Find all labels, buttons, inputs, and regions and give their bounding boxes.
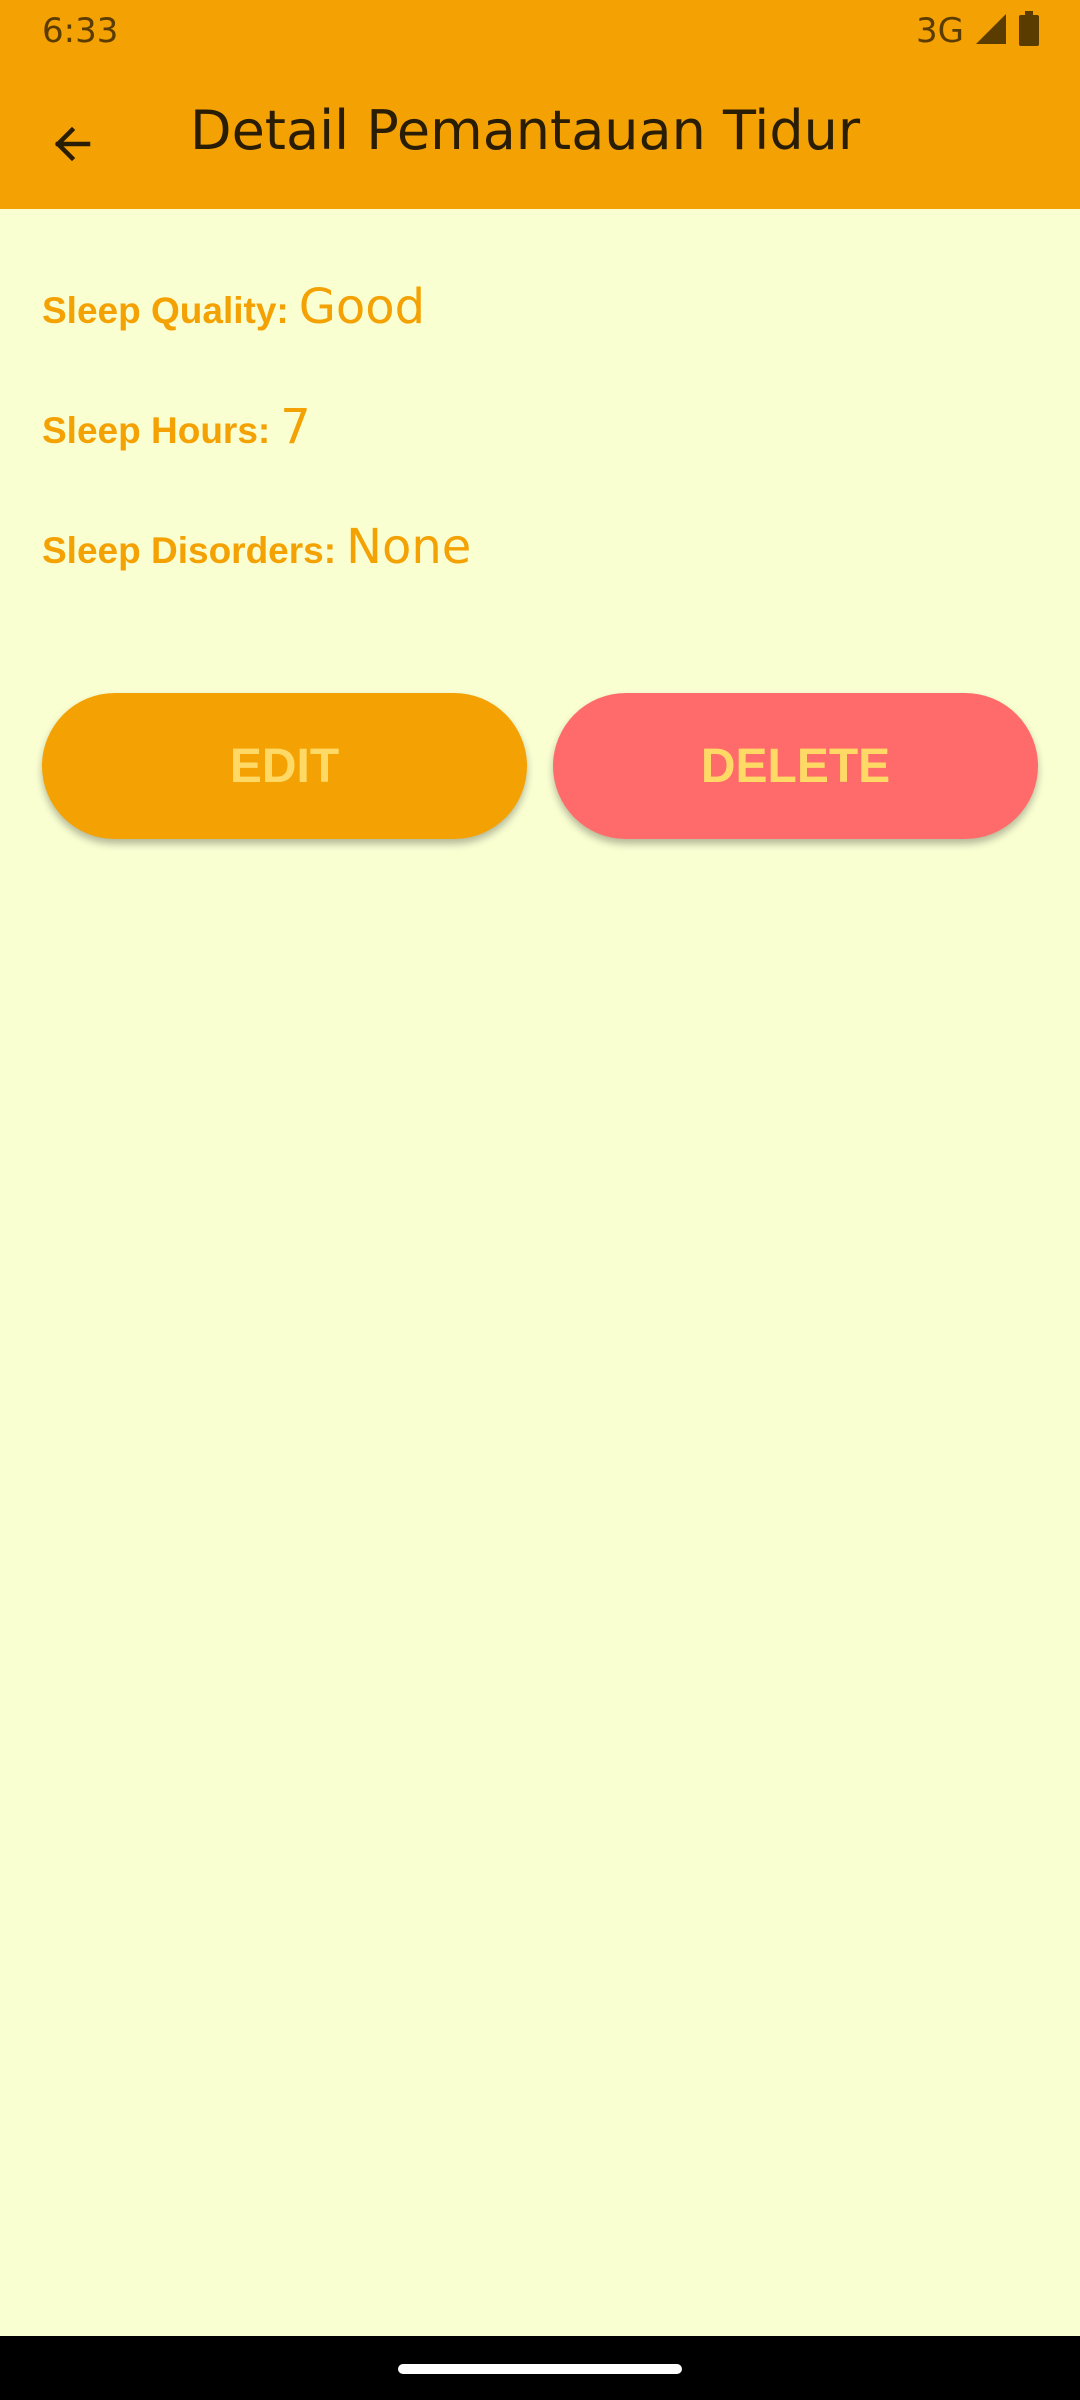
- arrow-left-icon: [48, 120, 96, 173]
- sleep-quality-label: Sleep Quality:: [42, 290, 289, 331]
- app-bar: Detail Pemantauan Tidur: [0, 62, 1080, 209]
- sleep-hours-row: Sleep Hours: 7: [42, 399, 311, 455]
- page-title: Detail Pemantauan Tidur: [190, 99, 861, 162]
- sleep-disorders-row: Sleep Disorders: None: [42, 519, 471, 575]
- home-gesture-handle[interactable]: [398, 2364, 682, 2374]
- sleep-hours-value: 7: [280, 399, 311, 455]
- sleep-quality-row: Sleep Quality: Good: [42, 279, 425, 335]
- edit-button[interactable]: EDIT: [42, 693, 527, 839]
- status-bar: 6:33 3G: [0, 0, 1080, 62]
- sleep-disorders-value: None: [346, 519, 472, 575]
- signal-icon: [974, 12, 1008, 50]
- status-indicators: 3G: [916, 10, 1040, 52]
- sleep-hours-label: Sleep Hours:: [42, 410, 271, 451]
- sleep-quality-value: Good: [298, 279, 426, 335]
- network-type: 3G: [916, 11, 964, 51]
- battery-icon: [1018, 11, 1040, 51]
- sleep-disorders-label: Sleep Disorders:: [42, 530, 337, 571]
- back-button[interactable]: [28, 102, 116, 190]
- delete-button[interactable]: DELETE: [553, 693, 1038, 839]
- navigation-bar: [0, 2336, 1080, 2400]
- status-time: 6:33: [42, 11, 119, 51]
